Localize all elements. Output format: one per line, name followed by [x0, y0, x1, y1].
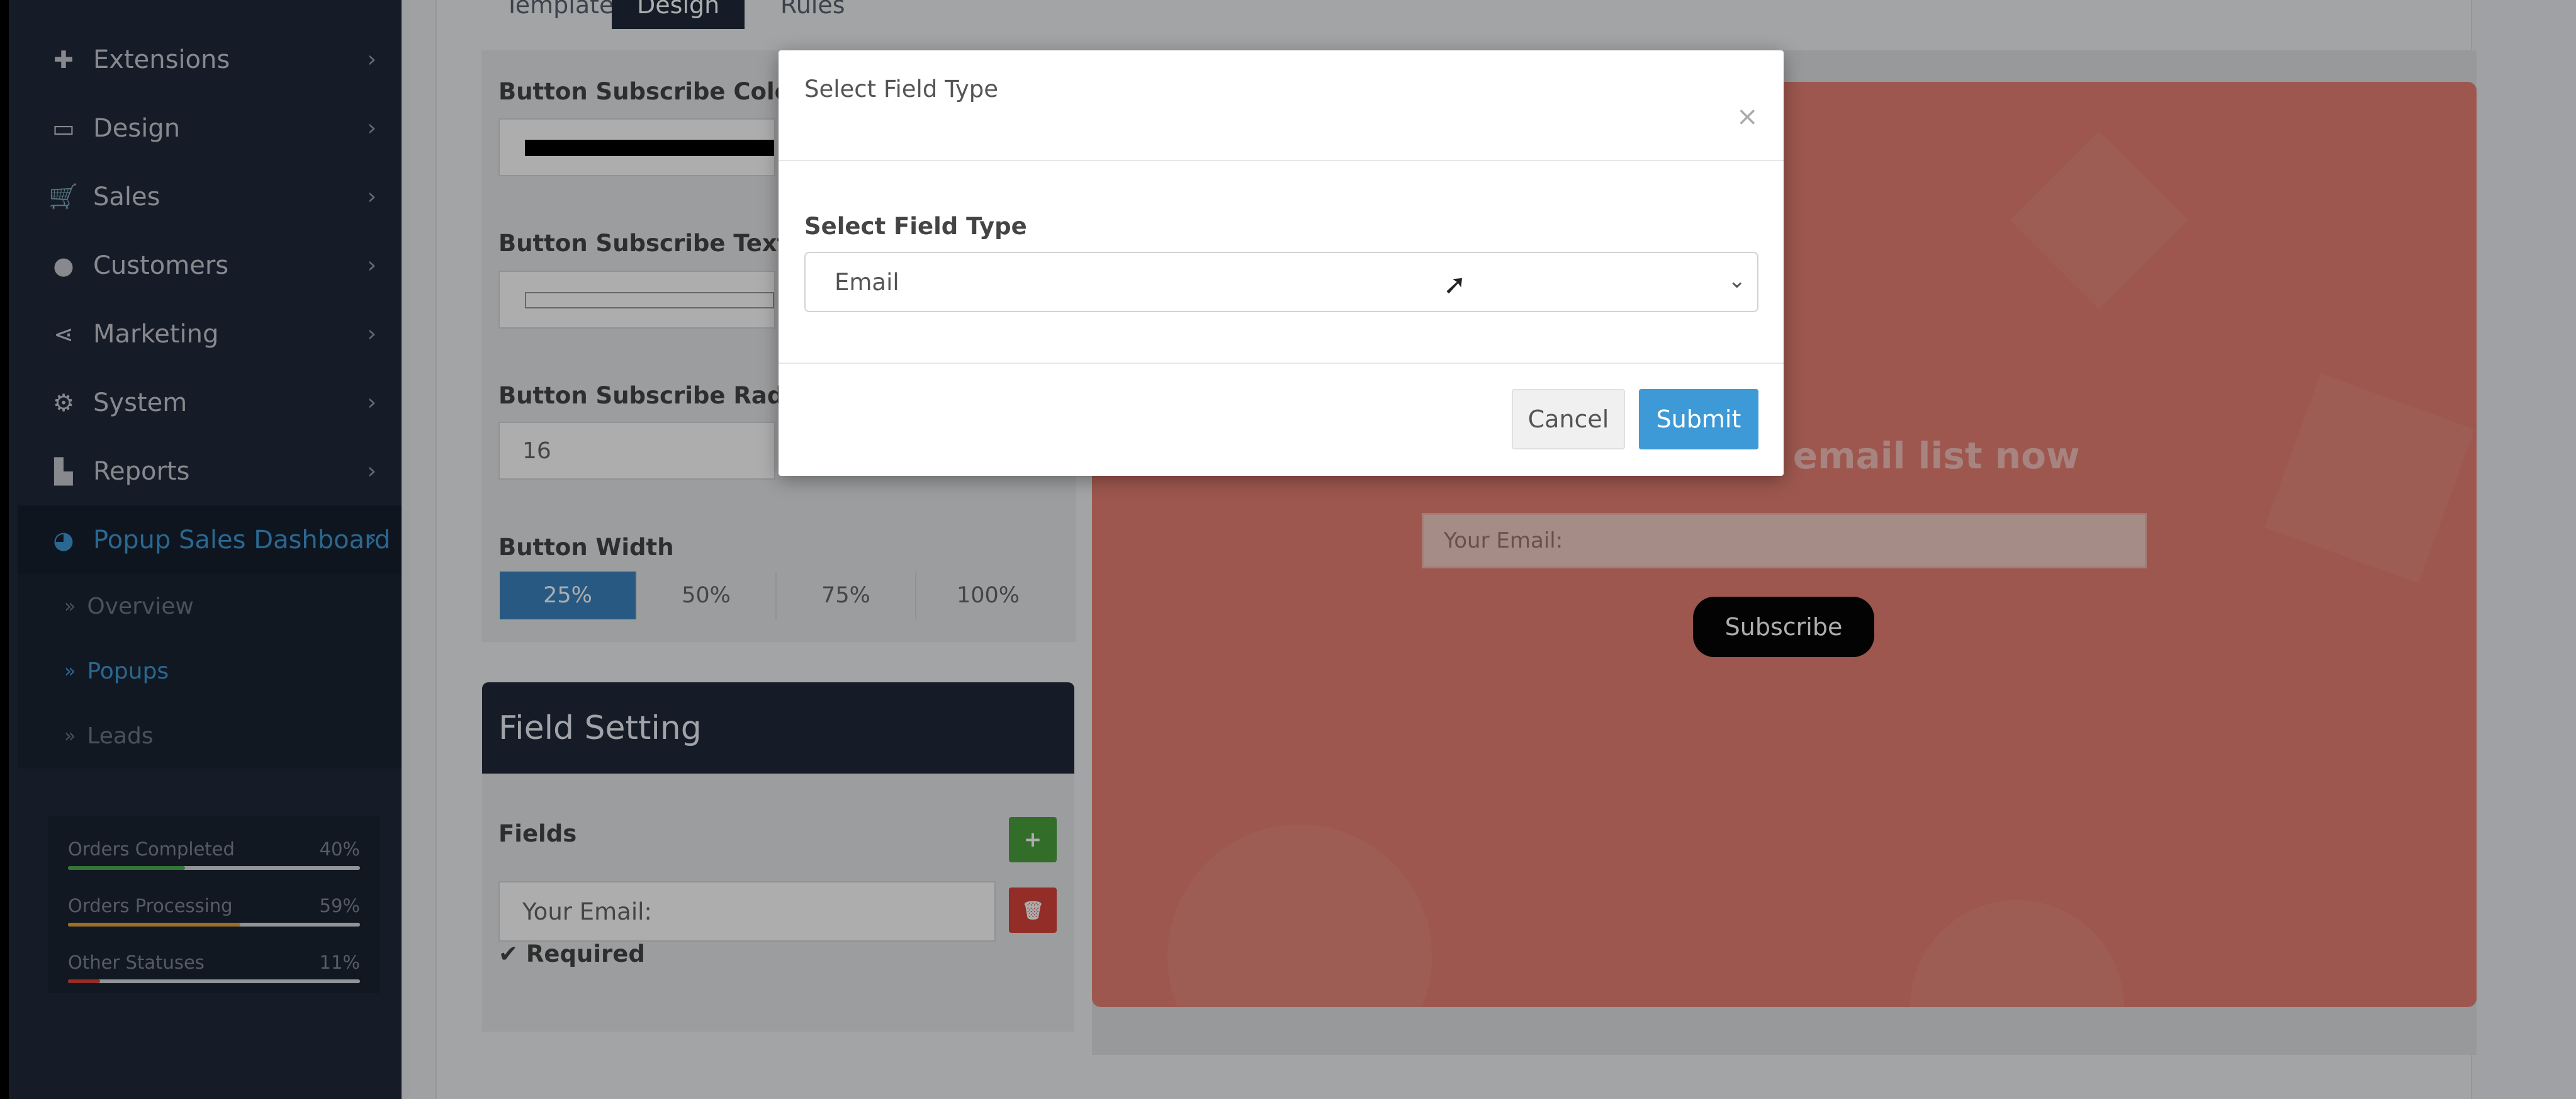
- modal-title: Select Field Type: [804, 76, 999, 103]
- chevron-down-icon: ⌄: [1728, 268, 1746, 293]
- submit-button[interactable]: Submit: [1639, 389, 1758, 449]
- modal-divider: [779, 363, 1784, 364]
- modal-divider: [779, 160, 1784, 161]
- field-type-selected: Email: [835, 268, 899, 296]
- select-field-type-modal: Select Field Type × Select Field Type Em…: [779, 50, 1784, 476]
- close-icon[interactable]: ×: [1736, 101, 1758, 132]
- cancel-button[interactable]: Cancel: [1512, 389, 1625, 449]
- field-type-label: Select Field Type: [804, 213, 1027, 240]
- mouse-cursor-icon: ➚: [1443, 269, 1466, 301]
- field-type-select[interactable]: Email ⌄: [804, 252, 1758, 312]
